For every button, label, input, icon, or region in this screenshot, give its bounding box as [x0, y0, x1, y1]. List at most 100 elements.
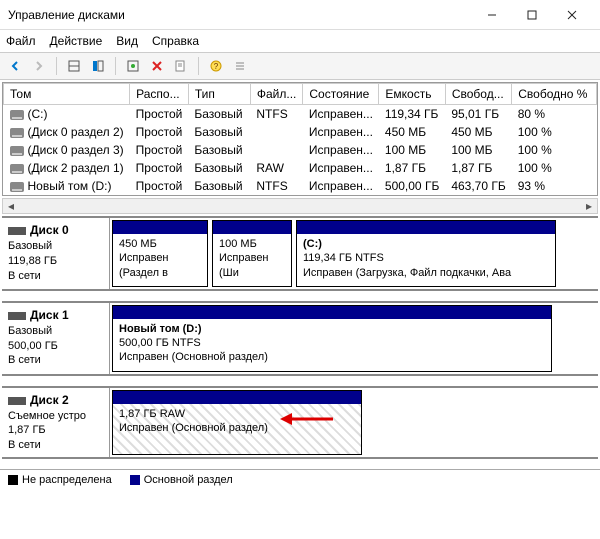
help-icon[interactable]: ?	[205, 55, 227, 77]
cell-free: 95,01 ГБ	[445, 105, 511, 124]
svg-text:?: ?	[214, 62, 219, 71]
cell-name: (C:)	[4, 105, 130, 124]
cell-fs: NTFS	[250, 177, 303, 195]
cell-pct: 100 %	[512, 159, 597, 177]
layout-2-icon[interactable]	[87, 55, 109, 77]
volume-table: Том Распо... Тип Файл... Состояние Емкос…	[2, 82, 598, 196]
cell-fs: RAW	[250, 159, 303, 177]
partition-cap	[213, 221, 291, 234]
cell-pct: 100 %	[512, 123, 597, 141]
properties-icon[interactable]	[170, 55, 192, 77]
cell-status: Исправен...	[303, 141, 379, 159]
col-free[interactable]: Свобод...	[445, 84, 511, 105]
partition[interactable]: 100 МБИсправен (Ши	[212, 220, 292, 287]
list-icon[interactable]	[229, 55, 251, 77]
table-header-row: Том Распо... Тип Файл... Состояние Емкос…	[4, 84, 597, 105]
table-row[interactable]: (Диск 0 раздел 3)ПростойБазовый Исправен.…	[4, 141, 597, 159]
col-freepct[interactable]: Свободно %	[512, 84, 597, 105]
disk-icon	[8, 312, 26, 320]
disk-info[interactable]: Диск 2Съемное устро1,87 ГБВ сети	[2, 388, 110, 457]
disk-icon	[8, 227, 26, 235]
refresh-icon[interactable]	[122, 55, 144, 77]
col-fs[interactable]: Файл...	[250, 84, 303, 105]
cell-name: (Диск 2 раздел 1)	[4, 159, 130, 177]
col-type[interactable]: Тип	[188, 84, 250, 105]
partition[interactable]: 1,87 ГБ RAWИсправен (Основной раздел)	[112, 390, 362, 455]
cell-type: Базовый	[188, 123, 250, 141]
partition[interactable]: Новый том (D:)500,00 ГБ NTFSИсправен (Ос…	[112, 305, 552, 372]
partition-cap	[297, 221, 555, 234]
volume-icon	[10, 128, 24, 138]
disk-diagram: Диск 0Базовый119,88 ГБВ сети450 МБИсправ…	[2, 216, 598, 459]
volume-icon	[10, 146, 24, 156]
menu-file[interactable]: Файл	[6, 34, 36, 48]
cell-layout: Простой	[130, 141, 189, 159]
cell-type: Базовый	[188, 159, 250, 177]
scroll-left-icon[interactable]: ◂	[3, 199, 19, 213]
cell-cap: 1,87 ГБ	[379, 159, 445, 177]
disk-info[interactable]: Диск 1Базовый500,00 ГБВ сети	[2, 303, 110, 374]
back-button[interactable]	[4, 55, 26, 77]
volume-icon	[10, 110, 24, 120]
partition[interactable]: 450 МБИсправен (Раздел в	[112, 220, 208, 287]
cell-type: Базовый	[188, 105, 250, 124]
partition[interactable]: (C:)119,34 ГБ NTFSИсправен (Загрузка, Фа…	[296, 220, 556, 287]
disk-icon	[8, 397, 26, 405]
cell-pct: 100 %	[512, 141, 597, 159]
col-volume[interactable]: Том	[4, 84, 130, 105]
table-row[interactable]: (Диск 0 раздел 2)ПростойБазовыйИсправен.…	[4, 123, 597, 141]
cell-status: Исправен...	[303, 123, 379, 141]
delete-icon[interactable]	[146, 55, 168, 77]
cell-free: 1,87 ГБ	[445, 159, 511, 177]
partition-container: Новый том (D:)500,00 ГБ NTFSИсправен (Ос…	[110, 303, 598, 374]
menu-action[interactable]: Действие	[50, 34, 103, 48]
minimize-button[interactable]	[472, 1, 512, 29]
cell-layout: Простой	[130, 105, 189, 124]
cell-pct: 93 %	[512, 177, 597, 195]
cell-name: (Диск 0 раздел 2)	[4, 123, 130, 141]
layout-1-icon[interactable]	[63, 55, 85, 77]
partition-container: 1,87 ГБ RAWИсправен (Основной раздел)	[110, 388, 598, 457]
cell-name: (Диск 0 раздел 3)	[4, 141, 130, 159]
partition-cap	[113, 391, 361, 404]
disk-row: Диск 1Базовый500,00 ГБВ сетиНовый том (D…	[2, 301, 598, 376]
legend-unallocated: Не распределена	[8, 474, 112, 486]
col-capacity[interactable]: Емкость	[379, 84, 445, 105]
arrow-icon	[278, 409, 338, 429]
window-title: Управление дисками	[8, 8, 472, 22]
table-row[interactable]: Новый том (D:)ПростойБазовыйNTFSИсправен…	[4, 177, 597, 195]
forward-button[interactable]	[28, 55, 50, 77]
close-button[interactable]	[552, 1, 592, 29]
table-row[interactable]: (Диск 2 раздел 1)ПростойБазовыйRAWИсправ…	[4, 159, 597, 177]
legend-primary: Основной раздел	[130, 474, 233, 486]
menubar: Файл Действие Вид Справка	[0, 30, 600, 52]
disk-row: Диск 0Базовый119,88 ГБВ сети450 МБИсправ…	[2, 216, 598, 291]
cell-free: 463,70 ГБ	[445, 177, 511, 195]
scroll-right-icon[interactable]: ▸	[581, 199, 597, 213]
cell-layout: Простой	[130, 159, 189, 177]
legend: Не распределена Основной раздел	[0, 469, 600, 490]
cell-type: Базовый	[188, 177, 250, 195]
cell-type: Базовый	[188, 141, 250, 159]
menu-help[interactable]: Справка	[152, 34, 199, 48]
cell-cap: 450 МБ	[379, 123, 445, 141]
disk-info[interactable]: Диск 0Базовый119,88 ГБВ сети	[2, 218, 110, 289]
cell-free: 100 МБ	[445, 141, 511, 159]
cell-cap: 119,34 ГБ	[379, 105, 445, 124]
cell-fs	[250, 123, 303, 141]
col-status[interactable]: Состояние	[303, 84, 379, 105]
maximize-button[interactable]	[512, 1, 552, 29]
volume-icon	[10, 164, 24, 174]
disk-row: Диск 2Съемное устро1,87 ГБВ сети1,87 ГБ …	[2, 386, 598, 459]
titlebar: Управление дисками	[0, 0, 600, 30]
cell-status: Исправен...	[303, 105, 379, 124]
table-row[interactable]: (C:)ПростойБазовыйNTFSИсправен...119,34 …	[4, 105, 597, 124]
partition-container: 450 МБИсправен (Раздел в100 МБИсправен (…	[110, 218, 598, 289]
menu-view[interactable]: Вид	[116, 34, 138, 48]
cell-status: Исправен...	[303, 159, 379, 177]
horizontal-scrollbar[interactable]: ◂ ▸	[2, 198, 598, 214]
col-layout[interactable]: Распо...	[130, 84, 189, 105]
partition-cap	[113, 306, 551, 319]
cell-fs	[250, 141, 303, 159]
cell-free: 450 МБ	[445, 123, 511, 141]
